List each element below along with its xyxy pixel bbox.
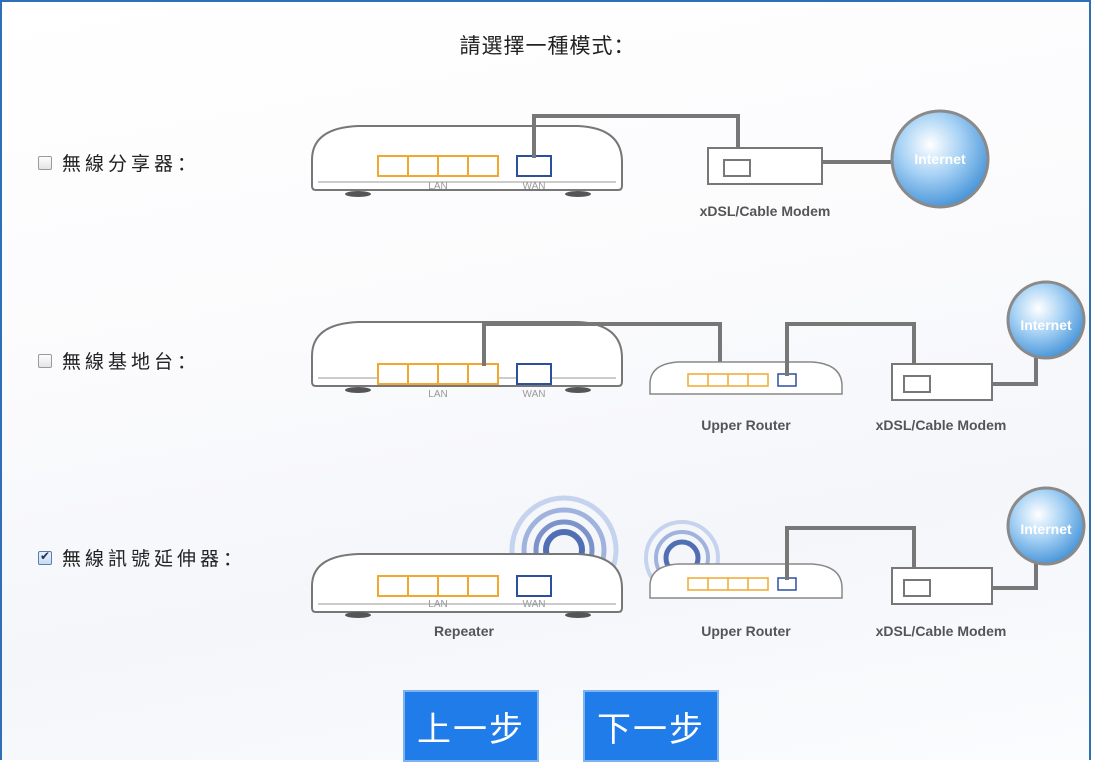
mode-option-repeater[interactable]: 無線訊號延伸器： [38, 544, 246, 571]
svg-text:Upper Router: Upper Router [701, 623, 791, 639]
svg-text:xDSL/Cable Modem: xDSL/Cable Modem [876, 623, 1007, 639]
svg-text:Upper Router: Upper Router [701, 417, 791, 433]
next-step-button[interactable]: 下一步 [583, 690, 719, 762]
wan-port-icon [516, 575, 552, 597]
svg-text:WAN: WAN [523, 181, 546, 192]
wan-port-icon [516, 363, 552, 385]
mode-label-access-point: 無線基地台： [62, 351, 201, 373]
page-title: 請選擇一種模式： [459, 34, 636, 58]
wizard-panel: 請選擇一種模式： 無線分享器： 無線基地台： 無線訊號延伸器： L [0, 0, 1091, 762]
repeater-mode-diagram: LAN WAN Repeater Upper Router xDSL/Cable… [311, 486, 1086, 639]
svg-text:LAN: LAN [428, 181, 447, 192]
svg-text:WAN: WAN [523, 599, 546, 610]
svg-text:xDSL/Cable Modem: xDSL/Cable Modem [700, 203, 831, 219]
mode-label-repeater: 無線訊號延伸器： [62, 548, 247, 570]
svg-text:LAN: LAN [428, 389, 447, 400]
svg-text:Internet: Internet [1020, 317, 1072, 333]
access-point-mode-diagram: LAN WAN Upper Router xDSL/Cable Modem In… [311, 280, 1086, 433]
svg-text:LAN: LAN [428, 599, 447, 610]
previous-step-button[interactable]: 上一步 [403, 690, 539, 762]
svg-text:xDSL/Cable Modem: xDSL/Cable Modem [876, 417, 1007, 433]
svg-text:WAN: WAN [523, 389, 546, 400]
mode-checkbox-access-point[interactable] [38, 353, 52, 368]
mode-option-router[interactable]: 無線分享器： [38, 149, 200, 176]
svg-text:Internet: Internet [914, 151, 966, 167]
svg-text:Repeater: Repeater [434, 623, 494, 639]
mode-checkbox-repeater[interactable] [38, 549, 52, 565]
mode-label-router: 無線分享器： [62, 153, 201, 175]
mode-checkbox-router[interactable] [38, 155, 52, 170]
mode-option-access-point[interactable]: 無線基地台： [38, 347, 200, 374]
wan-port-icon [516, 155, 552, 177]
router-mode-diagram: LAN WAN xDSL/Cable Modem Internet [311, 109, 990, 219]
svg-text:Internet: Internet [1020, 521, 1072, 537]
